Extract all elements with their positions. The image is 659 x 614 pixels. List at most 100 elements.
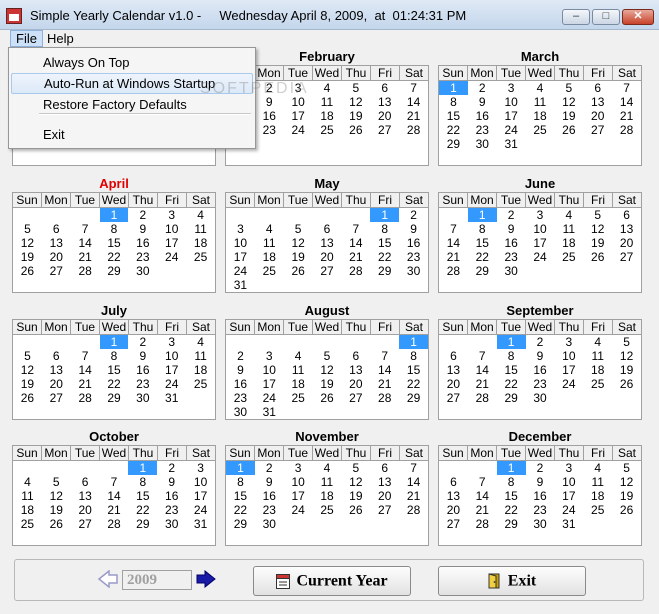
day-cell[interactable]: 13 bbox=[370, 475, 399, 489]
day-cell[interactable]: 20 bbox=[370, 489, 399, 503]
day-cell[interactable]: 26 bbox=[612, 503, 641, 517]
day-cell[interactable]: 27 bbox=[42, 264, 71, 278]
day-cell[interactable]: 30 bbox=[497, 264, 526, 278]
day-cell[interactable]: 16 bbox=[226, 377, 255, 391]
day-cell[interactable]: 29 bbox=[128, 517, 157, 531]
day-cell[interactable]: 6 bbox=[71, 475, 100, 489]
day-cell[interactable]: 9 bbox=[399, 222, 428, 236]
day-cell[interactable]: 23 bbox=[497, 250, 526, 264]
maximize-button[interactable]: □ bbox=[592, 9, 620, 25]
day-cell[interactable]: 2 bbox=[255, 461, 284, 475]
day-cell[interactable]: 6 bbox=[612, 208, 641, 222]
day-cell[interactable]: 1 bbox=[99, 208, 129, 222]
day-cell[interactable]: 15 bbox=[370, 236, 399, 250]
day-cell[interactable]: 13 bbox=[313, 236, 342, 250]
day-cell[interactable]: 30 bbox=[526, 391, 555, 405]
day-cell[interactable]: 19 bbox=[554, 109, 583, 123]
day-cell[interactable]: 5 bbox=[612, 461, 641, 475]
day-cell[interactable]: 23 bbox=[526, 503, 555, 517]
current-year-button[interactable]: Current Year bbox=[253, 566, 411, 596]
day-cell[interactable]: 26 bbox=[284, 264, 313, 278]
day-cell[interactable]: 3 bbox=[226, 222, 255, 236]
day-cell[interactable]: 17 bbox=[526, 236, 555, 250]
day-cell[interactable]: 17 bbox=[157, 363, 186, 377]
day-cell[interactable]: 11 bbox=[583, 475, 612, 489]
day-cell[interactable]: 30 bbox=[128, 391, 157, 405]
day-cell[interactable]: 10 bbox=[255, 363, 284, 377]
day-cell[interactable]: 25 bbox=[255, 264, 284, 278]
day-cell[interactable]: 25 bbox=[13, 517, 42, 531]
day-cell[interactable]: 24 bbox=[284, 123, 313, 137]
day-cell[interactable]: 5 bbox=[612, 335, 641, 349]
day-cell[interactable]: 9 bbox=[128, 222, 157, 236]
day-cell[interactable]: 15 bbox=[399, 363, 428, 377]
day-cell[interactable]: 25 bbox=[313, 503, 342, 517]
day-cell[interactable]: 21 bbox=[399, 489, 428, 503]
day-cell[interactable]: 13 bbox=[42, 236, 71, 250]
day-cell[interactable]: 25 bbox=[313, 123, 342, 137]
day-cell[interactable]: 17 bbox=[554, 489, 583, 503]
day-cell[interactable]: 1 bbox=[399, 335, 428, 349]
day-cell[interactable]: 19 bbox=[284, 250, 313, 264]
day-cell[interactable]: 4 bbox=[284, 349, 313, 363]
day-cell[interactable]: 20 bbox=[71, 503, 100, 517]
day-cell[interactable]: 1 bbox=[467, 208, 497, 222]
day-cell[interactable]: 18 bbox=[526, 109, 555, 123]
day-cell[interactable]: 12 bbox=[612, 475, 641, 489]
day-cell[interactable]: 2 bbox=[157, 461, 186, 475]
day-cell[interactable]: 30 bbox=[128, 264, 157, 278]
day-cell[interactable]: 16 bbox=[128, 363, 157, 377]
day-cell[interactable]: 11 bbox=[284, 363, 313, 377]
day-cell[interactable]: 18 bbox=[186, 363, 215, 377]
day-cell[interactable]: 17 bbox=[186, 489, 215, 503]
day-cell[interactable]: 13 bbox=[71, 489, 100, 503]
day-cell[interactable]: 1 bbox=[370, 208, 400, 222]
day-cell[interactable]: 6 bbox=[370, 461, 399, 475]
day-cell[interactable]: 17 bbox=[255, 377, 284, 391]
day-cell[interactable]: 25 bbox=[554, 250, 583, 264]
day-cell[interactable]: 7 bbox=[71, 349, 100, 363]
day-cell[interactable]: 6 bbox=[42, 349, 71, 363]
day-cell[interactable]: 2 bbox=[526, 461, 555, 475]
day-cell[interactable]: 6 bbox=[341, 349, 370, 363]
day-cell[interactable]: 7 bbox=[468, 349, 497, 363]
day-cell[interactable]: 11 bbox=[13, 489, 42, 503]
day-cell[interactable]: 2 bbox=[399, 208, 428, 222]
day-cell[interactable]: 8 bbox=[497, 475, 526, 489]
day-cell[interactable]: 1 bbox=[128, 461, 158, 475]
day-cell[interactable]: 1 bbox=[496, 461, 526, 475]
day-cell[interactable]: 4 bbox=[554, 208, 583, 222]
day-cell[interactable]: 29 bbox=[399, 391, 428, 405]
day-cell[interactable]: 30 bbox=[255, 517, 284, 531]
day-cell[interactable]: 10 bbox=[554, 475, 583, 489]
day-cell[interactable]: 27 bbox=[42, 391, 71, 405]
day-cell[interactable]: 14 bbox=[100, 489, 129, 503]
day-cell[interactable]: 14 bbox=[612, 95, 641, 109]
day-cell[interactable]: 27 bbox=[313, 264, 342, 278]
day-cell[interactable]: 27 bbox=[439, 391, 468, 405]
day-cell[interactable]: 20 bbox=[370, 109, 399, 123]
day-cell[interactable]: 5 bbox=[13, 349, 42, 363]
menu-item-always-on-top[interactable]: Always On Top bbox=[11, 52, 253, 73]
day-cell[interactable]: 26 bbox=[612, 377, 641, 391]
day-cell[interactable]: 9 bbox=[226, 363, 255, 377]
day-cell[interactable]: 14 bbox=[399, 95, 428, 109]
day-cell[interactable]: 18 bbox=[255, 250, 284, 264]
day-cell[interactable]: 31 bbox=[226, 278, 255, 292]
day-cell[interactable]: 28 bbox=[439, 264, 468, 278]
day-cell[interactable]: 31 bbox=[497, 137, 526, 151]
menu-file[interactable]: File bbox=[10, 30, 43, 47]
day-cell[interactable]: 16 bbox=[255, 109, 284, 123]
day-cell[interactable]: 2 bbox=[468, 81, 497, 95]
day-cell[interactable]: 18 bbox=[583, 363, 612, 377]
day-cell[interactable]: 24 bbox=[157, 250, 186, 264]
day-cell[interactable]: 29 bbox=[370, 264, 399, 278]
day-cell[interactable]: 20 bbox=[439, 503, 468, 517]
day-cell[interactable]: 2 bbox=[526, 335, 555, 349]
day-cell[interactable]: 15 bbox=[439, 109, 468, 123]
day-cell[interactable]: 2 bbox=[226, 349, 255, 363]
day-cell[interactable]: 3 bbox=[554, 335, 583, 349]
day-cell[interactable]: 15 bbox=[100, 236, 129, 250]
day-cell[interactable]: 12 bbox=[612, 349, 641, 363]
day-cell[interactable]: 24 bbox=[226, 264, 255, 278]
